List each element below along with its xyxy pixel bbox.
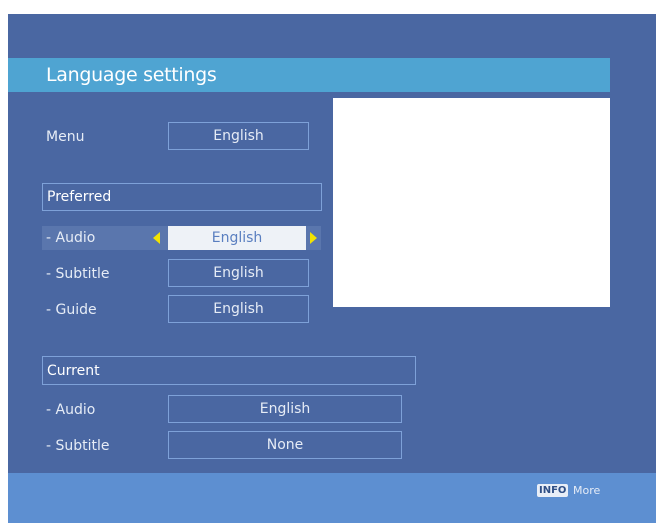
bottom-bar: INFO More (8, 473, 656, 523)
current-subtitle-value: None (266, 437, 304, 453)
preferred-subtitle-label: - Subtitle (46, 266, 110, 282)
info-more-label: More (573, 484, 601, 497)
title-bar: Language settings (8, 58, 610, 92)
current-audio-value: English (259, 401, 311, 417)
preferred-guide-field[interactable]: English (168, 295, 309, 323)
menu-label: Menu (46, 129, 85, 145)
preferred-subtitle-value: English (213, 265, 264, 281)
current-section-header: Current (42, 356, 416, 385)
preferred-subtitle-field[interactable]: English (168, 259, 309, 287)
preferred-audio-field[interactable]: English (168, 226, 306, 250)
tv-screen: Language settings Menu English Preferred… (8, 14, 656, 523)
menu-language-value: English (213, 128, 264, 144)
preferred-guide-label: - Guide (46, 302, 97, 318)
arrow-right-icon[interactable] (310, 232, 317, 244)
preferred-audio-label: - Audio (46, 230, 96, 246)
current-audio-field: English (168, 395, 402, 423)
info-key-button[interactable]: INFO (537, 484, 569, 497)
preferred-audio-value: English (211, 230, 263, 246)
current-audio-label: - Audio (46, 402, 96, 418)
preferred-header-label: Preferred (47, 189, 112, 205)
current-subtitle-label: - Subtitle (46, 438, 110, 454)
current-header-label: Current (47, 362, 100, 379)
preferred-guide-value: English (213, 301, 264, 317)
preferred-section-header: Preferred (42, 183, 322, 211)
arrow-left-icon[interactable] (153, 232, 160, 244)
menu-language-field[interactable]: English (168, 122, 309, 150)
video-preview (333, 98, 610, 307)
current-subtitle-field: None (168, 431, 402, 459)
page-title: Language settings (46, 64, 217, 86)
